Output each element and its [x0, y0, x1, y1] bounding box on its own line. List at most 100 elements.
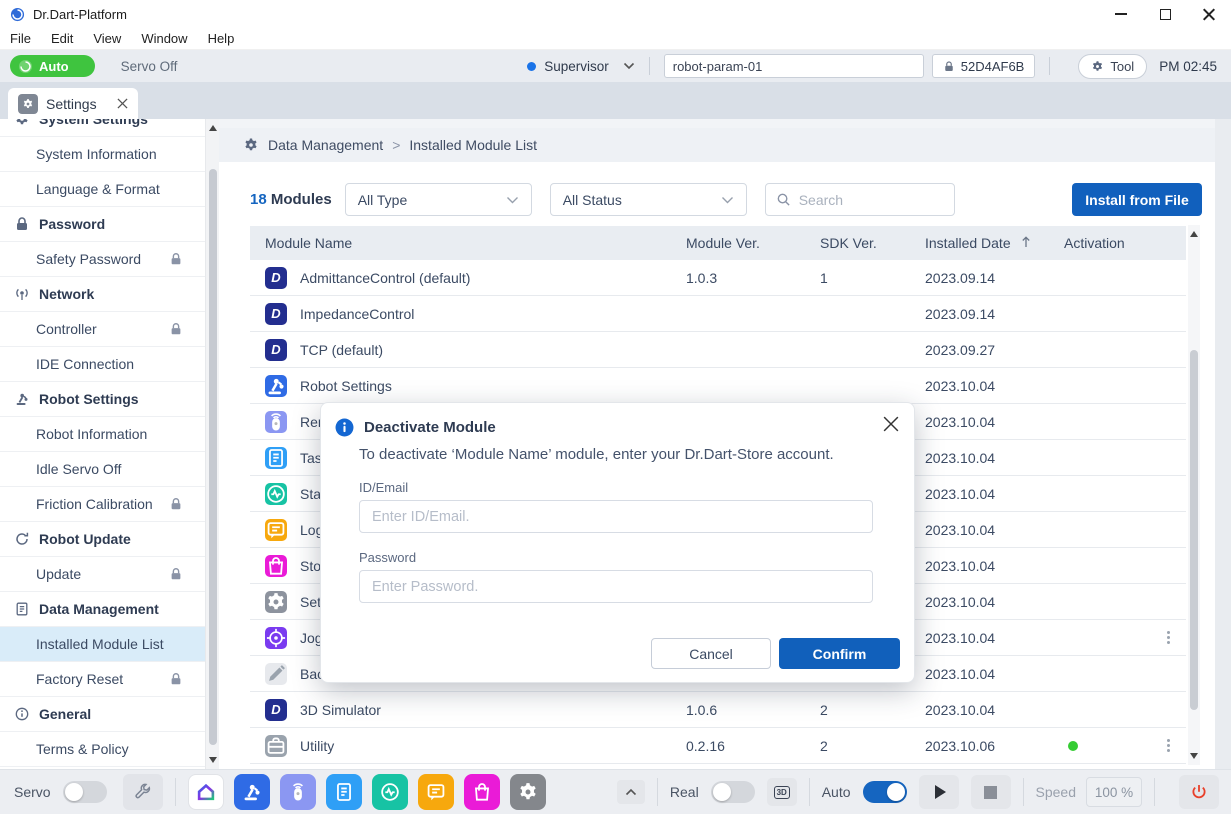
sidebar-item-system-settings[interactable]: System Settings [0, 119, 205, 137]
auto-toggle[interactable] [863, 781, 907, 803]
sidebar-item-safety-password[interactable]: Safety Password [0, 242, 205, 277]
column-module-name[interactable]: Module Name [250, 235, 686, 251]
sidebar-item-password[interactable]: Password [0, 207, 205, 242]
sidebar-item-label: System Information [36, 146, 157, 162]
sidebar-scroll-thumb[interactable] [209, 169, 217, 745]
sidebar-item-friction-calibration[interactable]: Friction Calibration [0, 487, 205, 522]
sidebar-item-update[interactable]: Update [0, 557, 205, 592]
table-scroll-thumb[interactable] [1190, 350, 1198, 710]
taskbar-app-wave[interactable] [372, 774, 408, 810]
taskbar-app-bag[interactable] [464, 774, 500, 810]
3d-view-button[interactable]: 3D [767, 778, 797, 806]
speed-value-box[interactable]: 100 % [1086, 777, 1142, 807]
stop-button[interactable] [971, 775, 1011, 809]
scroll-up-arrow-icon[interactable] [1190, 231, 1198, 237]
taskbar-app-home[interactable] [188, 774, 224, 810]
install-from-file-button[interactable]: Install from File [1072, 183, 1202, 216]
play-icon [935, 785, 946, 799]
password-field[interactable] [359, 570, 873, 603]
module-version: 1.0.3 [686, 270, 820, 286]
real-toggle[interactable] [711, 781, 755, 803]
play-button[interactable] [919, 775, 959, 809]
menu-help[interactable]: Help [208, 31, 235, 46]
status-filter-select[interactable]: All Status [550, 183, 747, 216]
id-email-field[interactable] [359, 500, 873, 533]
sidebar-item-robot-settings[interactable]: Robot Settings [0, 382, 205, 417]
table-row-admittancecontrol-default[interactable]: DAdmittanceControl (default)1.0.312023.0… [250, 260, 1186, 296]
table-row-tcp-default[interactable]: DTCP (default)2023.09.27 [250, 332, 1186, 368]
cancel-button[interactable]: Cancel [651, 638, 771, 669]
device-id-chip[interactable]: 52D4AF6B [932, 54, 1036, 78]
column-sdk-ver[interactable]: SDK Ver. [820, 235, 925, 251]
table-row-impedancecontrol[interactable]: DImpedanceControl2023.09.14 [250, 296, 1186, 332]
search-input[interactable] [799, 192, 929, 208]
taskbar-app-chat[interactable] [418, 774, 454, 810]
sidebar-item-robot-update[interactable]: Robot Update [0, 522, 205, 557]
column-module-ver[interactable]: Module Ver. [686, 235, 820, 251]
servo-toggle[interactable] [63, 781, 107, 803]
sidebar-item-language-format[interactable]: Language & Format [0, 172, 205, 207]
sidebar-item-controller[interactable]: Controller [0, 312, 205, 347]
sort-up-arrow-icon[interactable] [1021, 236, 1031, 248]
id-email-label: ID/Email [321, 463, 914, 495]
lock-icon [169, 252, 183, 266]
wrench-button[interactable] [123, 774, 163, 810]
maximize-button[interactable] [1143, 0, 1187, 28]
column-activation[interactable]: Activation [1064, 235, 1150, 251]
breadcrumb-section[interactable]: Data Management [268, 137, 383, 153]
menu-file[interactable]: File [10, 31, 31, 46]
chevron-down-icon [506, 196, 519, 204]
auto-mode-badge[interactable]: Auto [10, 55, 95, 77]
taskbar-app-gear[interactable] [510, 774, 546, 810]
taskbar-app-taskdoc[interactable] [326, 774, 362, 810]
tool-button[interactable]: Tool [1078, 54, 1147, 79]
activation-dot [1068, 741, 1078, 751]
menu-window[interactable]: Window [141, 31, 187, 46]
table-row-robot-settings[interactable]: Robot Settings2023.10.04 [250, 368, 1186, 404]
tab-settings[interactable]: Settings [8, 88, 138, 119]
kebab-menu-icon[interactable] [1167, 631, 1170, 644]
taskbar-app-robot[interactable] [234, 774, 270, 810]
scroll-down-arrow-icon[interactable] [1190, 753, 1198, 759]
module-icon [265, 735, 287, 757]
sidebar-item-factory-reset[interactable]: Factory Reset [0, 662, 205, 697]
sidebar-item-installed-module-list[interactable]: Installed Module List [0, 627, 205, 662]
sidebar-item-ide-connection[interactable]: IDE Connection [0, 347, 205, 382]
type-filter-select[interactable]: All Type [345, 183, 532, 216]
scroll-up-arrow-icon[interactable] [209, 125, 217, 131]
tab-close-icon[interactable] [117, 98, 128, 109]
sidebar-item-robot-information[interactable]: Robot Information [0, 417, 205, 452]
table-scrollbar[interactable] [1188, 225, 1200, 765]
sidebar-item-general[interactable]: General [0, 697, 205, 732]
status-filter-value: All Status [563, 192, 622, 208]
confirm-button[interactable]: Confirm [779, 638, 900, 669]
refresh-icon [14, 531, 30, 547]
search-box[interactable] [765, 183, 955, 216]
column-installed-date[interactable]: Installed Date [925, 235, 1064, 251]
dialog-close-icon[interactable] [883, 416, 899, 432]
close-button[interactable] [1187, 0, 1231, 28]
window-scroll-gutter[interactable] [1215, 119, 1231, 769]
table-row-3d-simulator[interactable]: D3D Simulator1.0.622023.10.04 [250, 692, 1186, 728]
user-role-label[interactable]: Supervisor [544, 59, 609, 74]
kebab-menu-icon[interactable] [1167, 739, 1170, 752]
table-row-utility[interactable]: Utility0.2.1622023.10.06 [250, 728, 1186, 764]
robot-param-input[interactable] [664, 54, 924, 78]
sidebar-scrollbar[interactable] [205, 119, 219, 769]
minimize-button[interactable] [1099, 0, 1143, 28]
collapse-button[interactable] [617, 780, 645, 804]
sidebar-item-idle-servo-off[interactable]: Idle Servo Off [0, 452, 205, 487]
sidebar-item-terms-policy[interactable]: Terms & Policy [0, 732, 205, 767]
scroll-down-arrow-icon[interactable] [209, 757, 217, 763]
sidebar-item-data-management[interactable]: Data Management [0, 592, 205, 627]
menu-edit[interactable]: Edit [51, 31, 73, 46]
power-button[interactable] [1179, 775, 1219, 809]
remote-icon [287, 781, 309, 803]
lock-icon [943, 60, 955, 73]
menu-view[interactable]: View [93, 31, 121, 46]
sidebar-item-system-information[interactable]: System Information [0, 137, 205, 172]
taskbar-app-remote[interactable] [280, 774, 316, 810]
sidebar-item-network[interactable]: Network [0, 277, 205, 312]
chevron-down-icon[interactable] [623, 62, 635, 70]
chat-icon [265, 519, 287, 541]
